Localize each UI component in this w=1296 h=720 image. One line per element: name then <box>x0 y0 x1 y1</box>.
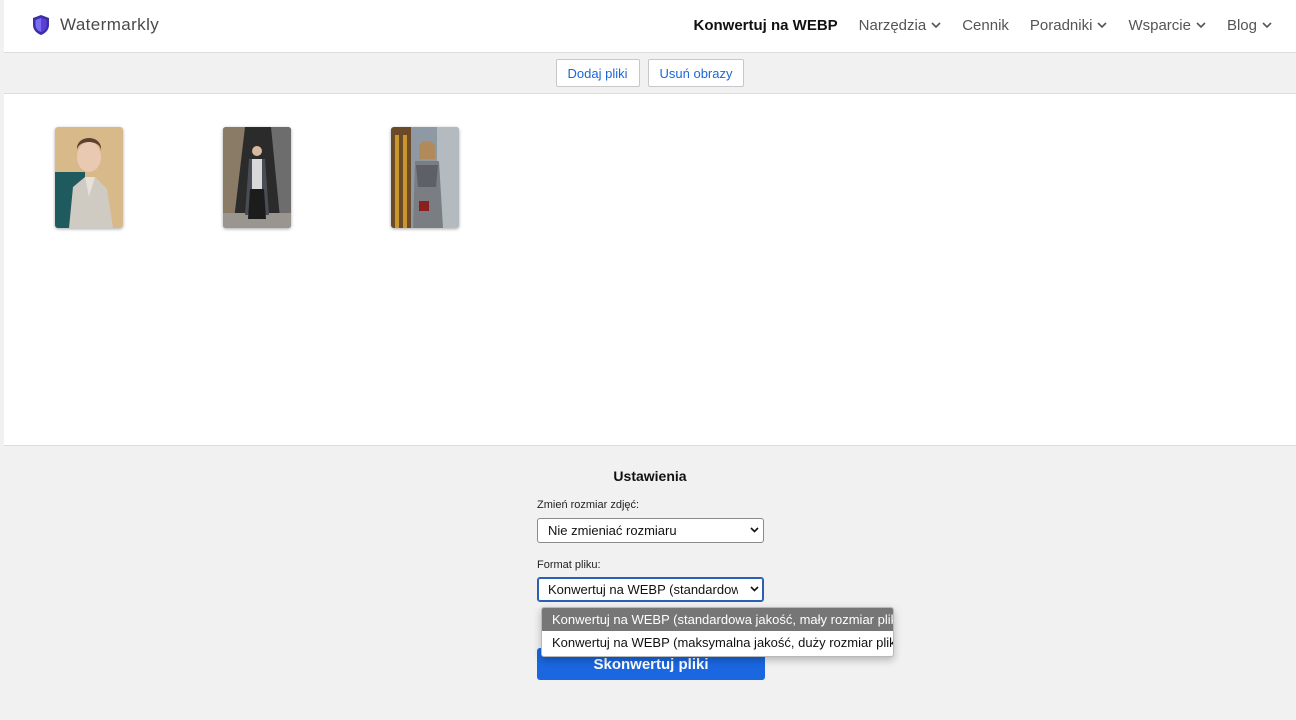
chevron-down-icon <box>1097 22 1108 29</box>
nav-item-label: Narzędzia <box>858 17 927 34</box>
nav-item-wsparcie[interactable]: Wsparcie <box>1128 17 1206 34</box>
shield-logo-icon <box>33 15 49 35</box>
format-select-value: Konwertuj na WEBP (standardowa jakość, m… <box>548 582 738 597</box>
brand-logo[interactable]: Watermarkly <box>32 14 159 36</box>
image-gallery <box>4 94 1296 446</box>
nav-item-cennik[interactable]: Cennik <box>962 17 1009 34</box>
portrait-photo <box>55 127 123 228</box>
resize-select[interactable]: Nie zmieniać rozmiaru <box>537 518 764 543</box>
format-label: Format pliku: <box>537 559 601 571</box>
nav-item-konwertuj-webp[interactable]: Konwertuj na WEBP <box>694 17 838 34</box>
nav-item-narzedzia[interactable]: Narzędzia <box>859 17 942 34</box>
resize-select-value: Nie zmieniać rozmiaru <box>548 523 677 538</box>
format-option-standard[interactable]: Konwertuj na WEBP (standardowa jakość, m… <box>542 608 893 631</box>
chevron-down-icon <box>1262 22 1272 29</box>
image-toolbar: Dodaj pliki Usuń obrazy <box>4 53 1296 94</box>
image-thumbnail[interactable] <box>55 127 123 228</box>
brand-name: Watermarkly <box>60 15 160 34</box>
main-nav: Konwertuj na WEBP Narzędzia Cennik Porad… <box>673 17 1273 34</box>
nav-item-label: Wsparcie <box>1128 17 1191 34</box>
nav-item-label: Blog <box>1226 17 1257 34</box>
city-street-photo <box>391 127 459 228</box>
top-navigation-bar: Watermarkly Konwertuj na WEBP Narzędzia … <box>4 0 1296 53</box>
settings-panel: Ustawienia Zmień rozmiar zdjęć: Nie zmie… <box>4 446 1296 720</box>
format-dropdown-list: Konwertuj na WEBP (standardowa jakość, m… <box>541 607 894 657</box>
remove-images-button[interactable]: Usuń obrazy <box>647 59 745 87</box>
chevron-down-icon <box>931 22 941 29</box>
nav-item-poradniki[interactable]: Poradniki <box>1030 17 1108 34</box>
nav-item-label: Poradniki <box>1029 17 1093 34</box>
chevron-down-icon <box>750 586 759 592</box>
settings-title: Ustawienia <box>613 468 687 484</box>
image-thumbnail[interactable] <box>391 127 459 228</box>
format-option-maximum[interactable]: Konwertuj na WEBP (maksymalna jakość, du… <box>542 631 893 654</box>
chevron-down-icon <box>1196 22 1206 29</box>
add-files-button[interactable]: Dodaj pliki <box>555 59 640 87</box>
image-thumbnail[interactable] <box>223 127 291 228</box>
nav-item-blog[interactable]: Blog <box>1227 17 1272 34</box>
nav-item-label: Cennik <box>962 17 1009 34</box>
chevron-down-icon <box>750 527 759 533</box>
nav-item-label: Konwertuj na WEBP <box>693 17 838 34</box>
street-fashion-photo <box>223 127 291 228</box>
resize-label: Zmień rozmiar zdjęć: <box>537 499 640 511</box>
format-select[interactable]: Konwertuj na WEBP (standardowa jakość, m… <box>537 577 764 602</box>
page: Watermarkly Konwertuj na WEBP Narzędzia … <box>4 0 1296 720</box>
